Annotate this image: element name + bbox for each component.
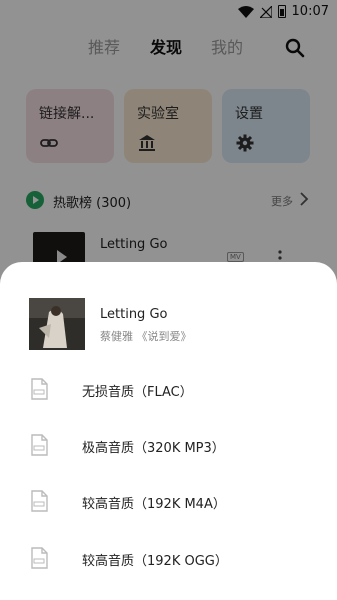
file-icon	[31, 378, 48, 400]
quality-option-flac[interactable]: 无损音质（FLAC）	[0, 370, 337, 410]
album-art-image	[29, 298, 85, 350]
quality-bottom-sheet: Letting Go 蔡健雅 《说到爱》 无损音质（FLAC） 极高音质（320…	[0, 262, 337, 600]
sheet-song-subtitle: 蔡健雅 《说到爱》	[100, 330, 192, 343]
quality-option-label: 较高音质（192K OGG）	[82, 554, 228, 569]
file-icon	[31, 547, 48, 569]
quality-option-192k-ogg[interactable]: 较高音质（192K OGG）	[0, 539, 337, 579]
quality-option-320k-mp3[interactable]: 极高音质（320K MP3）	[0, 426, 337, 466]
quality-option-label: 无损音质（FLAC）	[82, 385, 193, 400]
sheet-song-title: Letting Go	[100, 307, 168, 322]
quality-option-label: 较高音质（192K M4A）	[82, 497, 226, 512]
file-icon	[31, 490, 48, 512]
quality-option-label: 极高音质（320K MP3）	[82, 441, 225, 456]
album-cover	[29, 298, 85, 350]
file-icon	[31, 434, 48, 456]
quality-option-192k-m4a[interactable]: 较高音质（192K M4A）	[0, 482, 337, 522]
